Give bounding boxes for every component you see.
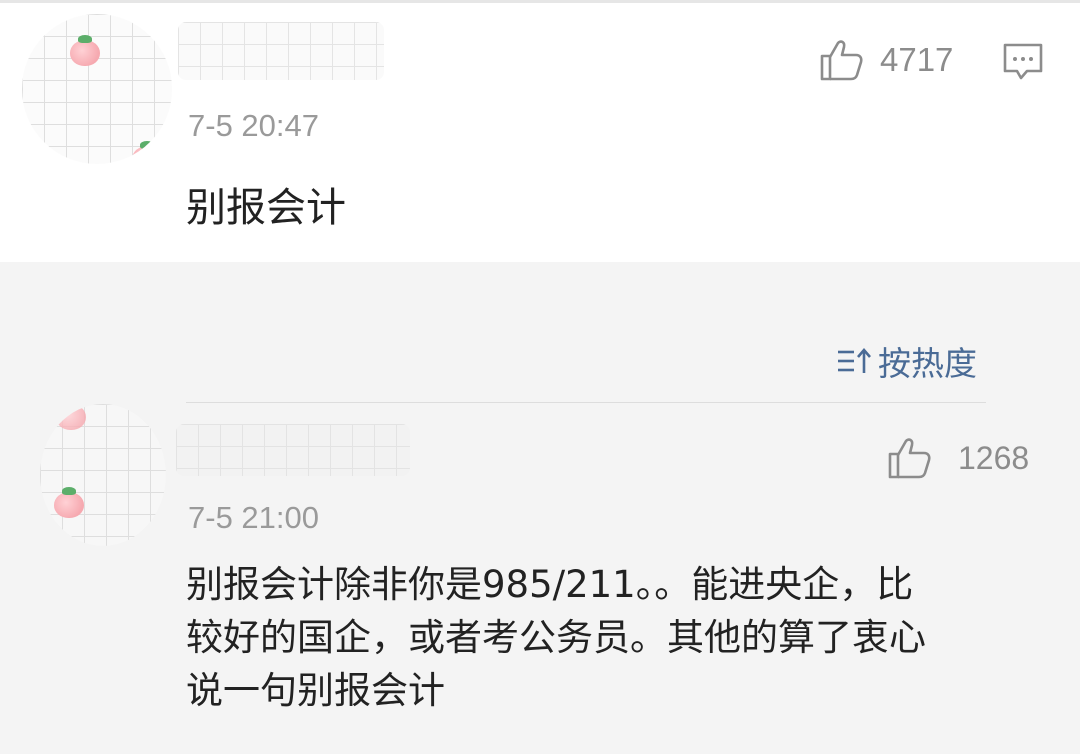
username-blurred[interactable] <box>178 22 384 80</box>
comment-icon <box>1003 43 1043 80</box>
like-button[interactable]: 4717 <box>818 38 953 82</box>
sort-icon <box>838 348 871 373</box>
avatar[interactable] <box>40 404 166 546</box>
like-count: 4717 <box>880 41 954 78</box>
comment-time: 7-5 20:47 <box>188 108 319 143</box>
strawberry-icon <box>56 404 86 430</box>
divider <box>186 402 986 403</box>
sort-label: 按热度 <box>878 344 977 383</box>
top-comment-card: 7-5 20:47 别报会计 4717 <box>0 0 1080 262</box>
reply-text: 别报会计除非你是985/211。。能进央企，比 较好的国企，或者考公务员。其他的… <box>186 563 926 712</box>
strawberry-icon <box>54 487 84 518</box>
avatar[interactable] <box>22 14 172 164</box>
strawberry-icon <box>70 35 100 66</box>
reply-time: 7-5 21:00 <box>188 500 319 535</box>
like-count: 1268 <box>958 439 1030 476</box>
strawberry-icon <box>132 141 162 164</box>
top-divider <box>0 0 1080 3</box>
like-button[interactable]: 1268 <box>886 436 1029 480</box>
username-blurred[interactable] <box>176 424 410 476</box>
sort-by-hot-button[interactable]: 按热度 <box>836 337 977 385</box>
reply-button[interactable] <box>1002 42 1044 86</box>
comment-text: 别报会计 <box>186 185 346 231</box>
thumbs-up-icon <box>888 438 931 479</box>
thumbs-up-icon <box>820 40 863 81</box>
